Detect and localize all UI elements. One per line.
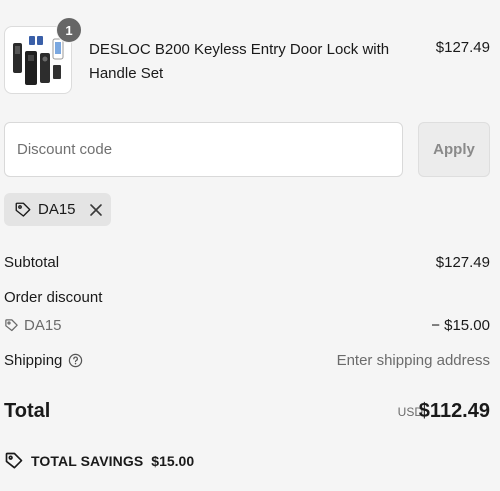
shipping-value: Enter shipping address	[336, 352, 490, 369]
subtotal-label: Subtotal	[4, 254, 60, 271]
door-lock-image	[13, 36, 64, 85]
shipping-label: Shipping	[4, 352, 63, 369]
total-value: $112.49	[418, 400, 490, 422]
order-discount-label: Order discount	[4, 289, 103, 306]
discount-value: − $15.00	[431, 317, 490, 334]
total-savings: TOTAL SAVINGS $15.00	[4, 451, 194, 471]
discount-code-row: DA15	[4, 317, 62, 334]
tag-icon	[4, 451, 24, 471]
tag-icon	[4, 318, 19, 333]
shipping-row: Shipping	[4, 352, 83, 369]
total-savings-value: $15.00	[151, 453, 195, 469]
quantity-badge: 1	[56, 17, 82, 43]
product-price: $127.49	[435, 39, 490, 56]
applied-code-label: DA15	[38, 201, 76, 218]
apply-button[interactable]: Apply	[418, 122, 490, 177]
help-circle-icon[interactable]	[68, 353, 83, 368]
close-icon[interactable]	[89, 203, 103, 217]
discount-code-input[interactable]	[4, 122, 403, 177]
product-title: DESLOC B200 Keyless Entry Door Lock with…	[89, 41, 390, 82]
applied-discount-chip: DA15	[4, 193, 111, 226]
remove-discount-button[interactable]	[89, 203, 103, 217]
subtotal-value: $127.49	[435, 254, 490, 271]
total-savings-label: TOTAL SAVINGS	[31, 453, 144, 469]
discount-code-label: DA15	[24, 317, 62, 334]
tag-icon	[14, 201, 32, 219]
total-label: Total	[4, 400, 51, 422]
